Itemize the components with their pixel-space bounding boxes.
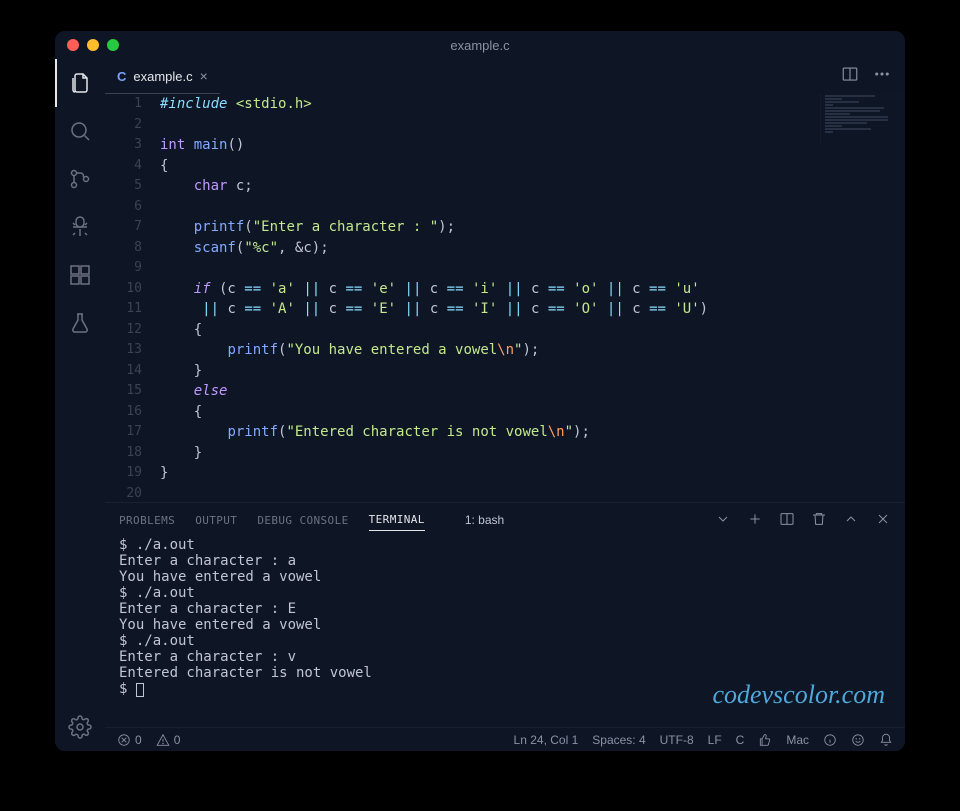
minimap[interactable]	[820, 94, 905, 144]
close-panel-icon[interactable]	[875, 511, 891, 530]
tab-output[interactable]: OUTPUT	[195, 510, 237, 531]
status-warnings[interactable]: 0	[156, 733, 181, 747]
status-info-icon[interactable]	[823, 733, 837, 747]
source-control-icon[interactable]	[55, 155, 105, 203]
tab-problems[interactable]: PROBLEMS	[119, 510, 175, 531]
tab-terminal[interactable]: TERMINAL	[369, 509, 425, 531]
traffic-lights	[55, 39, 119, 51]
code-area[interactable]: #include <stdio.h>int main(){ char c; pr…	[160, 94, 905, 502]
tab-filename: example.c	[133, 69, 192, 84]
line-number-gutter: 1234567891011121314151617181920	[105, 94, 160, 502]
status-thumbsup-icon[interactable]	[758, 733, 772, 747]
status-bell-icon[interactable]	[879, 733, 893, 747]
split-terminal-icon[interactable]	[779, 511, 795, 530]
watermark: codevscolor.com	[712, 687, 885, 703]
status-indentation[interactable]: Spaces: 4	[592, 733, 645, 747]
titlebar[interactable]: example.c	[55, 31, 905, 59]
status-eol[interactable]: LF	[708, 733, 722, 747]
extensions-icon[interactable]	[55, 251, 105, 299]
status-cursor-position[interactable]: Ln 24, Col 1	[514, 733, 579, 747]
status-feedback-icon[interactable]	[851, 733, 865, 747]
test-beaker-icon[interactable]	[55, 299, 105, 347]
terminal-line: Entered character is not vowel	[119, 665, 891, 681]
tab-lang-badge: C	[117, 69, 126, 84]
status-bar: 0 0 Ln 24, Col 1 Spaces: 4 UTF-8 LF C Ma…	[105, 727, 905, 751]
close-tab-icon[interactable]: ×	[200, 68, 208, 84]
panel-tabs: PROBLEMS OUTPUT DEBUG CONSOLE TERMINAL 1…	[105, 503, 905, 537]
terminal-line: You have entered a vowel	[119, 617, 891, 633]
terminal-line: $ ./a.out	[119, 537, 891, 553]
split-editor-icon[interactable]	[841, 65, 859, 88]
search-icon[interactable]	[55, 107, 105, 155]
vscode-window: example.c	[55, 31, 905, 751]
status-warnings-count: 0	[174, 733, 181, 747]
terminal-line: Enter a character : E	[119, 601, 891, 617]
status-os[interactable]: Mac	[786, 733, 809, 747]
terminal-line: You have entered a vowel	[119, 569, 891, 585]
tab-debug-console[interactable]: DEBUG CONSOLE	[257, 510, 348, 531]
chevron-down-icon[interactable]	[715, 511, 731, 530]
window-title: example.c	[55, 38, 905, 53]
explorer-icon[interactable]	[55, 59, 105, 107]
status-errors[interactable]: 0	[117, 733, 142, 747]
close-window-button[interactable]	[67, 39, 79, 51]
code-editor[interactable]: 1234567891011121314151617181920 #include…	[105, 94, 905, 502]
terminal[interactable]: $ ./a.outEnter a character : aYou have e…	[105, 537, 905, 727]
maximize-panel-icon[interactable]	[843, 511, 859, 530]
status-encoding[interactable]: UTF-8	[660, 733, 694, 747]
debug-icon[interactable]	[55, 203, 105, 251]
terminal-line: $ ./a.out	[119, 585, 891, 601]
kill-terminal-icon[interactable]	[811, 511, 827, 530]
status-errors-count: 0	[135, 733, 142, 747]
status-language[interactable]: C	[736, 733, 745, 747]
more-actions-icon[interactable]	[873, 65, 891, 88]
terminal-line: $ ./a.out	[119, 633, 891, 649]
zoom-window-button[interactable]	[107, 39, 119, 51]
activity-bar	[55, 59, 105, 751]
terminal-line: Enter a character : v	[119, 649, 891, 665]
bottom-panel: PROBLEMS OUTPUT DEBUG CONSOLE TERMINAL 1…	[105, 502, 905, 727]
minimize-window-button[interactable]	[87, 39, 99, 51]
new-terminal-icon[interactable]	[747, 511, 763, 530]
terminal-line: Enter a character : a	[119, 553, 891, 569]
tab-example-c[interactable]: C example.c ×	[105, 59, 220, 94]
terminal-selector[interactable]: 1: bash	[465, 513, 504, 527]
settings-gear-icon[interactable]	[55, 703, 105, 751]
editor-tabs: C example.c ×	[105, 59, 905, 94]
